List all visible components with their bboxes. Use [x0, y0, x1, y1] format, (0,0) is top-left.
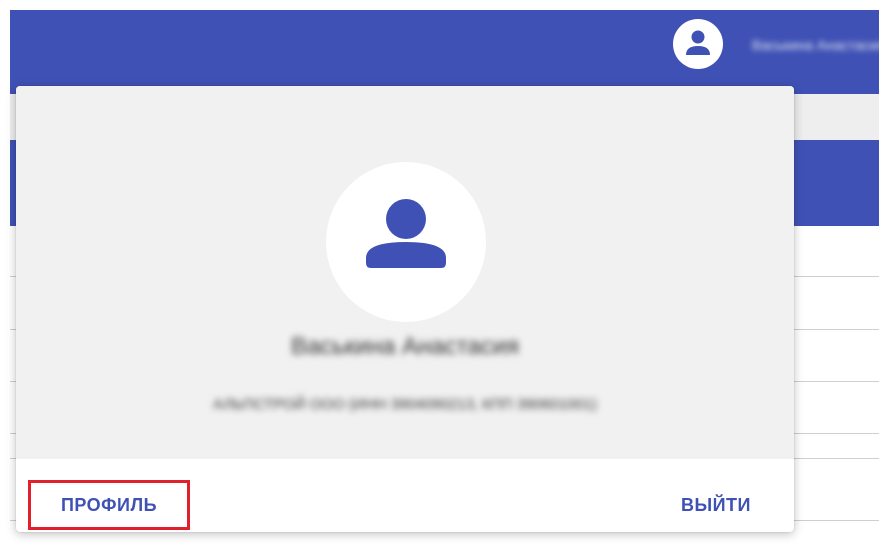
profile-button[interactable]: ПРОФИЛЬ	[28, 480, 190, 530]
user-menu-popup: Васькина Анастасия АЛЬПСТРОЙ ООО (ИНН 39…	[16, 86, 794, 532]
logout-button-label: ВЫЙТИ	[681, 495, 751, 515]
account-avatar-button[interactable]	[673, 19, 723, 69]
header-username[interactable]: Васькина Анастасия	[752, 37, 879, 53]
account-circle-icon	[686, 30, 710, 55]
user-info-panel: Васькина Анастасия АЛЬПСТРОЙ ООО (ИНН 39…	[16, 86, 794, 459]
person-icon	[366, 199, 446, 268]
user-full-name: Васькина Анастасия	[290, 333, 520, 360]
app-header: Васькина Анастасия	[10, 10, 879, 94]
logout-button[interactable]: ВЫЙТИ	[656, 485, 776, 525]
avatar	[326, 162, 486, 322]
user-organization: АЛЬПСТРОЙ ООО (ИНН 3904090213, КПП 39060…	[213, 396, 597, 413]
profile-button-label: ПРОФИЛЬ	[60, 495, 158, 515]
